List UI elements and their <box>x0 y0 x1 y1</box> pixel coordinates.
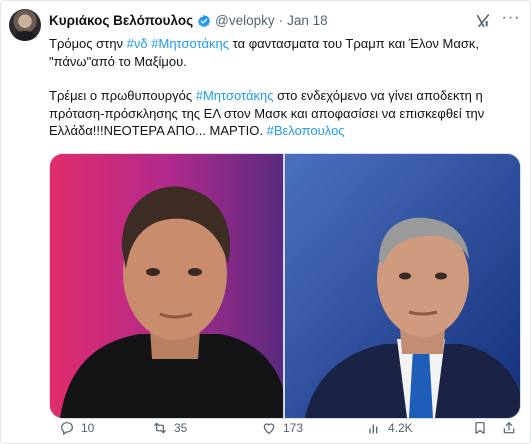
text-segment: Τρέμει ο πρωθυπουργός <box>49 88 196 103</box>
author-handle[interactable]: @velopky <box>215 13 274 28</box>
more-icon[interactable]: ··· <box>501 10 521 30</box>
views-button[interactable]: 4.2K <box>366 420 413 436</box>
media-image-right[interactable] <box>285 154 520 418</box>
bookmark-button[interactable] <box>472 420 488 436</box>
tweet-media[interactable] <box>49 153 521 419</box>
tweet-card[interactable]: Κυριάκος Βελόπουλος @velopky · Jan 18 ··… <box>0 0 531 444</box>
hashtag-mitsotakis[interactable]: #Μητσοτάκης <box>151 36 229 51</box>
hashtag-velopoulos[interactable]: #Βελοπουλος <box>267 123 345 138</box>
views-icon <box>369 424 378 434</box>
action-bar: 10 35 173 4.2K <box>49 420 519 438</box>
tweet-text: Τρόμος στην #νδ #Μητσοτάκης τα φαντασματ… <box>49 35 515 140</box>
text-segment: Τρόμος στην <box>49 36 127 51</box>
views-count: 4.2K <box>388 421 413 435</box>
repost-button[interactable]: 35 <box>152 420 187 436</box>
separator-dot: · <box>278 13 284 28</box>
grok-icon[interactable] <box>475 13 491 29</box>
verified-badge-icon <box>197 14 211 27</box>
tweet-paragraph-1: Τρόμος στην #νδ #Μητσοτάκης τα φαντασματ… <box>49 35 515 70</box>
repost-count: 35 <box>174 421 188 435</box>
tweet-date[interactable]: Jan 18 <box>287 13 328 28</box>
hashtag-mitsotakis[interactable]: #Μητσοτάκης <box>196 88 274 103</box>
like-count: 173 <box>283 421 304 435</box>
reply-button[interactable]: 10 <box>59 420 94 436</box>
reply-icon <box>61 422 73 436</box>
like-icon <box>263 423 275 435</box>
share-button[interactable] <box>501 420 517 436</box>
media-image-left[interactable] <box>50 154 283 418</box>
bookmark-icon <box>475 422 485 434</box>
hashtag-nd[interactable]: #νδ <box>127 36 148 51</box>
like-button[interactable]: 173 <box>261 420 303 436</box>
tweet-paragraph-2: Τρέμει ο πρωθυπουργός #Μητσοτάκης στο εν… <box>49 87 515 140</box>
reply-count: 10 <box>81 421 95 435</box>
repost-icon <box>154 422 166 434</box>
share-icon <box>503 422 515 434</box>
author-name[interactable]: Κυριάκος Βελόπουλος <box>49 13 193 28</box>
avatar[interactable] <box>9 9 41 41</box>
tweet-header: Κυριάκος Βελόπουλος @velopky · Jan 18 <box>49 13 328 28</box>
